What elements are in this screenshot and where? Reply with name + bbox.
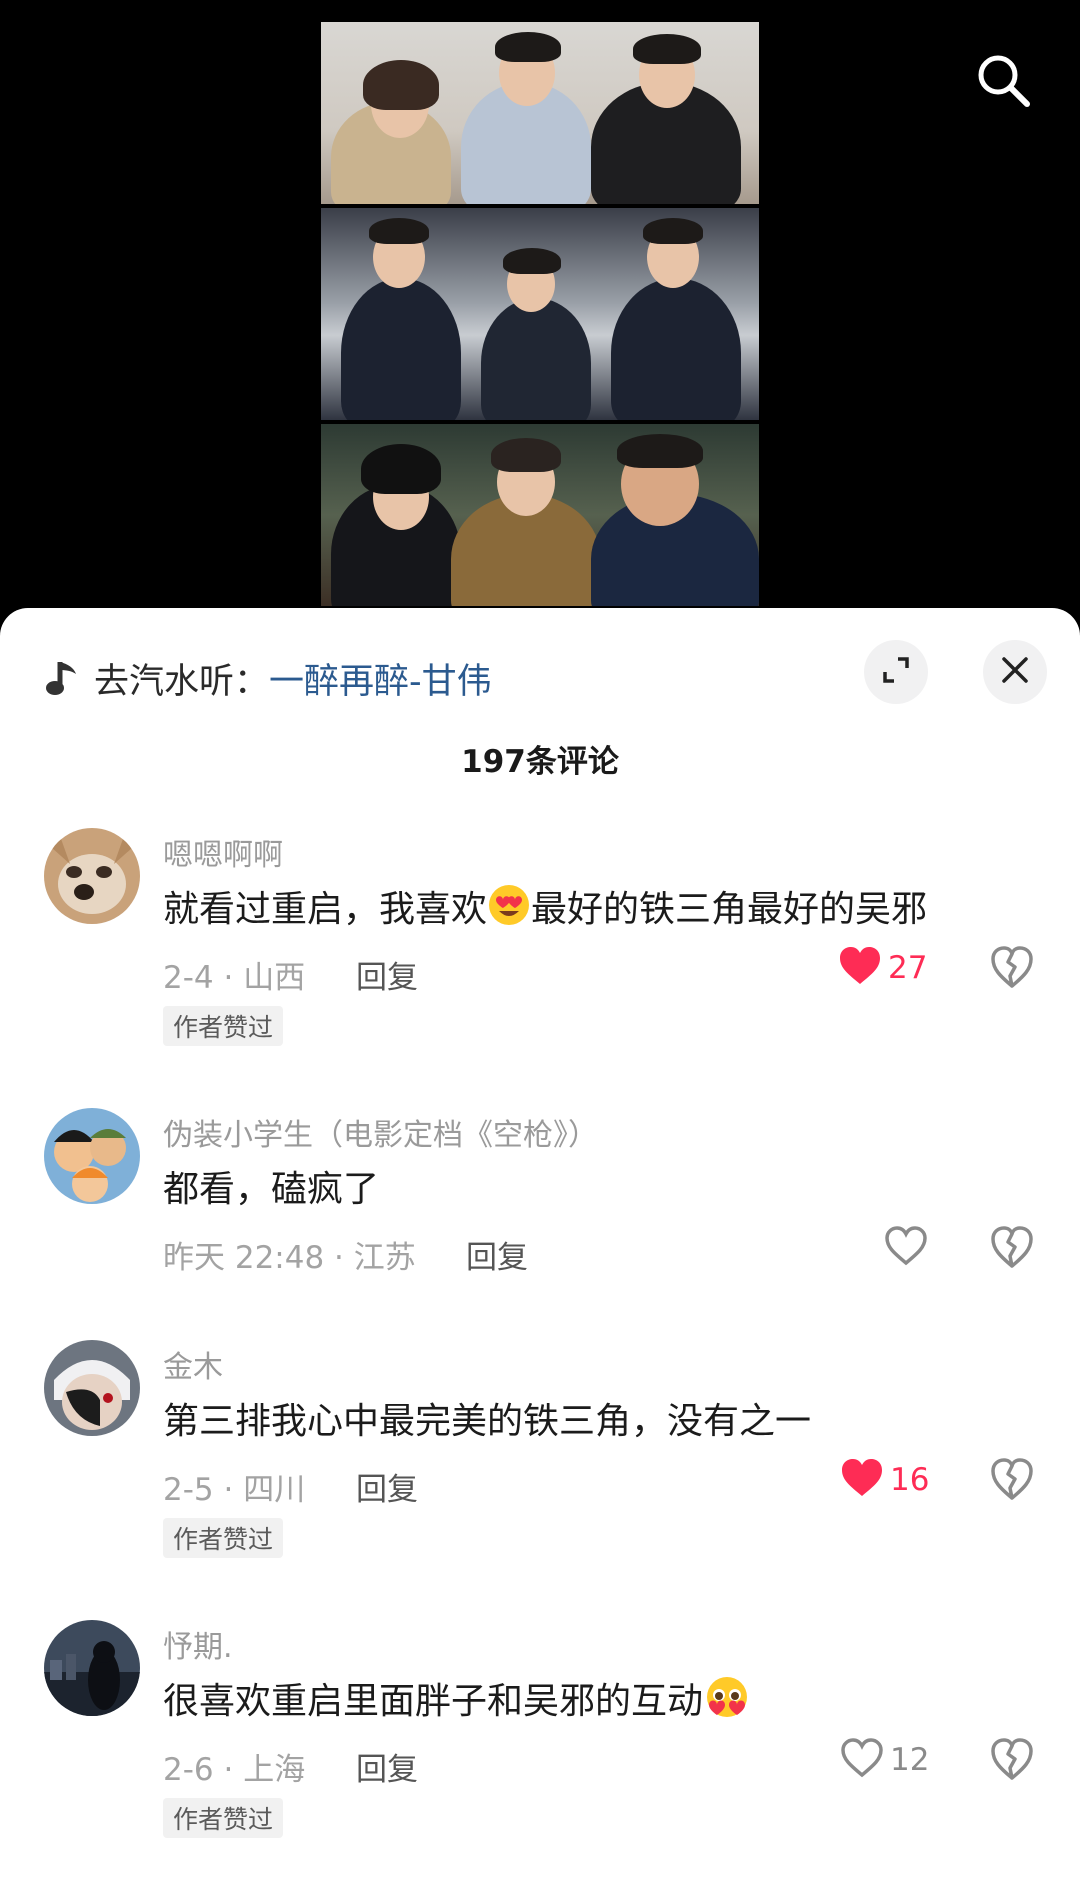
pleading-face-emoji: [703, 1675, 751, 1728]
comment-text-part: 最好的铁三角最好的吴邪: [531, 889, 928, 930]
avatar[interactable]: [44, 1340, 140, 1436]
avatar[interactable]: [44, 828, 140, 924]
comment-username[interactable]: 忬期.: [163, 1622, 233, 1666]
expand-icon: [881, 655, 911, 689]
author-liked-badge: 作者赞过: [163, 1518, 284, 1558]
dislike-button[interactable]: [990, 1738, 1034, 1782]
comment-text: 第三排我心中最完美的铁三角，没有之一: [163, 1392, 811, 1444]
heart-eyes-emoji: [487, 883, 531, 936]
comment-meta: 昨天 22:48 · 江苏: [163, 1240, 416, 1276]
like-button[interactable]: [884, 1226, 928, 1270]
music-prefix: 去汽水听：: [94, 661, 270, 702]
comment-text: 就看过重启，我喜欢 最好的铁三角最好的吴邪: [163, 880, 927, 936]
music-song-title[interactable]: 一醉再醉-甘伟: [269, 653, 492, 704]
comment-text-part: 就看过重启，我喜欢: [163, 889, 488, 930]
search-icon[interactable]: [975, 52, 1031, 108]
author-liked-badge: 作者赞过: [163, 1798, 284, 1838]
comment-text-part: 很喜欢重启里面胖子和吴邪的互动: [163, 1681, 704, 1722]
reply-button[interactable]: 回复: [466, 1232, 528, 1277]
comment-text: 很喜欢重启里面胖子和吴邪的互动: [163, 1672, 751, 1728]
dislike-button[interactable]: [990, 946, 1034, 990]
close-button[interactable]: [983, 640, 1047, 704]
comment-username[interactable]: 嗯嗯啊啊: [163, 830, 283, 874]
photo-row-1: [321, 22, 759, 204]
reply-button[interactable]: 回复: [356, 1464, 418, 1509]
like-button[interactable]: 12: [840, 1738, 929, 1782]
photo-row-3: [321, 424, 759, 606]
like-count: 27: [888, 950, 928, 986]
heart-filled-icon: [840, 1458, 884, 1502]
dislike-button[interactable]: [990, 1226, 1034, 1270]
author-liked-badge: 作者赞过: [163, 1006, 284, 1046]
comment-meta: 2-5 · 四川: [163, 1472, 306, 1508]
broken-heart-icon: [990, 946, 1034, 994]
comment-sheet: 去汽水听： 一醉再醉-甘伟 197条评论 嗯嗯啊啊 就看过重启，我喜欢 最好的铁…: [0, 608, 1080, 1890]
like-count: 12: [890, 1742, 930, 1778]
photo-row-2: [321, 208, 759, 420]
broken-heart-icon: [990, 1738, 1034, 1786]
comment-username[interactable]: 伪装小学生（电影定档《空枪》）: [163, 1110, 598, 1154]
music-note-icon: [46, 658, 80, 698]
reply-button[interactable]: 回复: [356, 1744, 418, 1789]
like-button[interactable]: 16: [840, 1458, 929, 1502]
broken-heart-icon: [990, 1458, 1034, 1506]
video-player[interactable]: [0, 0, 1080, 620]
comment-meta: 2-6 · 上海: [163, 1752, 306, 1788]
heart-outline-icon: [884, 1226, 928, 1270]
close-icon: [1000, 655, 1030, 689]
reply-button[interactable]: 回复: [356, 952, 418, 997]
dislike-button[interactable]: [990, 1458, 1034, 1502]
avatar[interactable]: [44, 1108, 140, 1204]
like-count: 16: [890, 1462, 930, 1498]
comment-count: 197条评论: [461, 744, 619, 780]
broken-heart-icon: [990, 1226, 1034, 1274]
comment-text-part: 第三排我心中最完美的铁三角，没有之一: [163, 1401, 812, 1442]
expand-button[interactable]: [864, 640, 928, 704]
music-link[interactable]: 去汽水听： 一醉再醉-甘伟: [46, 648, 492, 708]
comment-text: 都看，磕疯了: [163, 1160, 379, 1212]
heart-outline-icon: [840, 1738, 884, 1782]
comment-text-part: 都看，磕疯了: [163, 1169, 380, 1210]
like-button[interactable]: 27: [838, 946, 927, 990]
comment-username[interactable]: 金木: [163, 1342, 223, 1386]
avatar[interactable]: [44, 1620, 140, 1716]
video-photo-collage: [321, 22, 759, 606]
heart-filled-icon: [838, 946, 882, 990]
comment-meta: 2-4 · 山西: [163, 960, 306, 996]
